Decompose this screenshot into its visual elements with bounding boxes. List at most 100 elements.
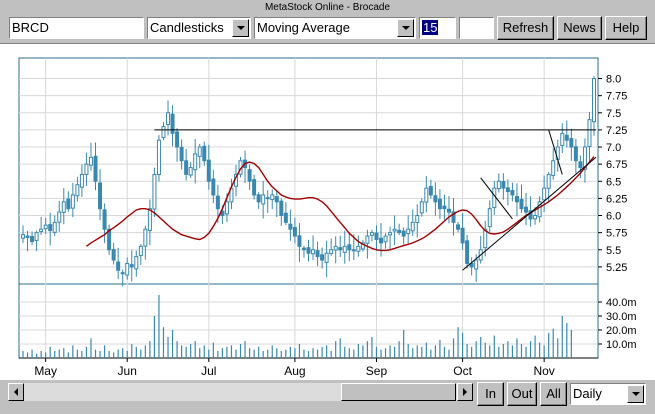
- period-value: 15: [422, 20, 439, 35]
- candle-body: [433, 195, 438, 203]
- candle-body: [492, 187, 497, 208]
- candle-body: [514, 195, 519, 203]
- month-label: Jun: [118, 364, 137, 378]
- candle-body: [270, 194, 275, 201]
- candle-body: [347, 244, 352, 251]
- candle-body: [166, 112, 171, 126]
- help-button[interactable]: Help: [605, 16, 647, 40]
- price-tick-label: 5.25: [606, 262, 627, 274]
- candle-body: [351, 249, 356, 252]
- candle-body: [93, 155, 98, 182]
- candle-body: [388, 232, 393, 236]
- stock-chart[interactable]: 8.0 7.75 7.5 7.25 7.0 6.75 6.5 6.25 6.0 5.75 5.5 5.…: [0, 44, 655, 381]
- candle-body: [57, 211, 62, 223]
- candle-body: [410, 221, 415, 232]
- indicator-select[interactable]: Moving Average: [254, 17, 416, 39]
- candle-body: [342, 245, 347, 253]
- chevron-down-icon[interactable]: [397, 19, 414, 37]
- candle-body: [21, 234, 25, 239]
- candle-body: [306, 247, 311, 254]
- candle-body: [179, 146, 184, 162]
- candle-body: [578, 161, 583, 169]
- candle-body: [256, 194, 261, 203]
- zoom-out-button[interactable]: Out: [507, 382, 537, 406]
- candle-body: [252, 179, 257, 196]
- arrow-right-icon: [463, 388, 467, 396]
- price-tick-label: 7.75: [606, 91, 627, 103]
- chevron-down-icon[interactable]: [232, 19, 249, 37]
- month-label: Oct: [453, 364, 472, 378]
- candle-body: [147, 208, 152, 231]
- candle-body: [592, 78, 596, 123]
- chart-area[interactable]: 8.0 7.75 7.5 7.25 7.0 6.75 6.5 6.25 6.0 5.75 5.5 5.…: [0, 43, 655, 380]
- candle-body: [134, 256, 139, 270]
- candle-body: [419, 201, 424, 214]
- candle-body: [175, 131, 180, 148]
- interval-value: Daily: [573, 386, 602, 401]
- candle-body: [333, 245, 338, 251]
- candle-body: [573, 146, 578, 162]
- candle-body: [43, 224, 48, 230]
- candle-body: [84, 163, 89, 175]
- candle-body: [465, 240, 470, 264]
- candle-body: [501, 181, 506, 189]
- candle-body: [519, 198, 524, 210]
- chart-style-select[interactable]: Candlesticks: [147, 17, 251, 39]
- price-tick-label: 7.5: [606, 108, 621, 120]
- candle-body: [496, 180, 501, 190]
- plot-frame: [18, 57, 599, 359]
- candle-body: [52, 221, 57, 233]
- scroll-left-button[interactable]: [8, 383, 24, 401]
- candle-body: [510, 189, 515, 196]
- scroll-right-button[interactable]: [457, 383, 473, 401]
- extra-input[interactable]: [459, 17, 494, 39]
- period-input[interactable]: 15: [419, 17, 456, 39]
- candle-body: [247, 169, 252, 182]
- candle-body: [587, 119, 592, 148]
- chevron-down-icon[interactable]: [627, 385, 644, 403]
- zoom-in-button[interactable]: In: [477, 382, 504, 406]
- candle-body: [301, 247, 306, 251]
- candle-body: [70, 194, 75, 209]
- candle-body: [329, 249, 334, 254]
- candle-body: [152, 173, 157, 210]
- candle-body: [424, 187, 429, 203]
- candle-body: [75, 184, 80, 197]
- price-tick-label: 6.75: [606, 159, 627, 171]
- candle-body: [401, 230, 406, 237]
- month-label: Jul: [201, 364, 216, 378]
- candle-body: [533, 215, 538, 220]
- candle-body: [138, 245, 143, 256]
- scroll-thumb[interactable]: [341, 383, 456, 401]
- candle-body: [320, 254, 325, 261]
- candle-body: [415, 215, 420, 224]
- candle-body: [374, 232, 379, 240]
- candle-body: [456, 224, 461, 230]
- news-button[interactable]: News: [557, 16, 602, 40]
- volume-tick-label: 40.0m: [606, 297, 637, 309]
- time-scrollbar[interactable]: [8, 383, 473, 401]
- chart-style-value: Candlesticks: [150, 20, 224, 35]
- candle-body: [129, 264, 134, 268]
- candle-body: [66, 198, 71, 210]
- interval-select[interactable]: Daily: [570, 383, 646, 405]
- month-label: Sep: [366, 364, 388, 378]
- candle-body: [274, 196, 279, 203]
- candle-body: [184, 160, 189, 175]
- volume-tick-label: 30.0m: [606, 311, 637, 323]
- volume-tick-label: 10.0m: [606, 339, 637, 351]
- candle-body: [428, 186, 433, 196]
- candle-body: [505, 187, 510, 193]
- candle-body: [288, 223, 293, 230]
- symbol-input[interactable]: BRCD: [9, 17, 144, 39]
- month-label: May: [34, 364, 57, 378]
- candle-body: [397, 229, 402, 234]
- candle-body: [224, 201, 229, 215]
- candle-body: [88, 156, 93, 166]
- candle-body: [311, 249, 316, 255]
- show-all-button[interactable]: All: [540, 382, 567, 406]
- candle-body: [446, 208, 451, 213]
- candle-body: [315, 250, 320, 258]
- candle-body: [442, 205, 447, 210]
- refresh-button[interactable]: Refresh: [497, 16, 554, 40]
